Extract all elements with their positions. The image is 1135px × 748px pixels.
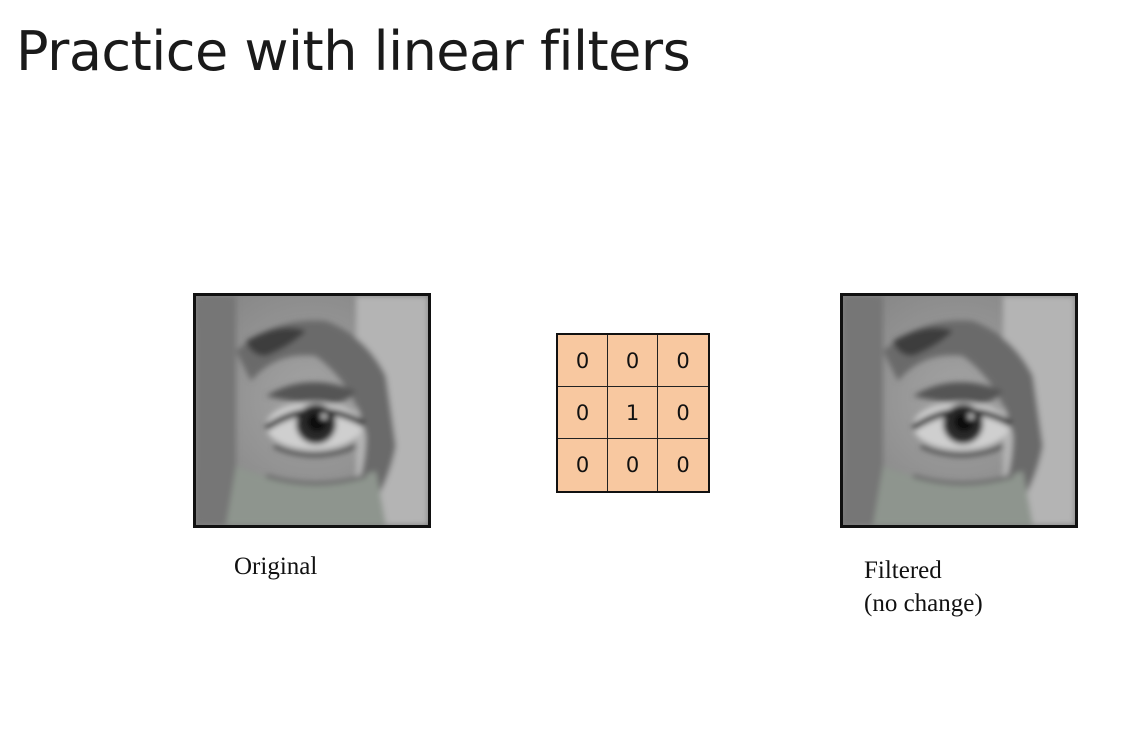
original-eye-image (193, 293, 431, 528)
filtered-caption-line-2: (no change) (864, 590, 983, 617)
kernel-cell: 0 (558, 439, 608, 491)
slide: Practice with linear filters 0 0 0 0 1 0… (0, 0, 1135, 748)
kernel-cell-center: 1 (608, 387, 658, 439)
filtered-caption-line-1: Filtered (864, 557, 942, 584)
filtered-eye-image (840, 293, 1078, 528)
kernel-cell: 0 (658, 335, 708, 387)
slide-title: Practice with linear filters (16, 20, 691, 83)
kernel-cell: 0 (558, 335, 608, 387)
filtered-caption: Filtered (no change) (864, 554, 983, 620)
kernel-cell: 0 (558, 387, 608, 439)
filter-kernel: 0 0 0 0 1 0 0 0 0 (556, 333, 710, 493)
original-caption: Original (234, 553, 318, 580)
kernel-cell: 0 (608, 439, 658, 491)
kernel-cell: 0 (658, 387, 708, 439)
kernel-cell: 0 (676, 453, 690, 477)
kernel-cell: 0 (608, 335, 658, 387)
